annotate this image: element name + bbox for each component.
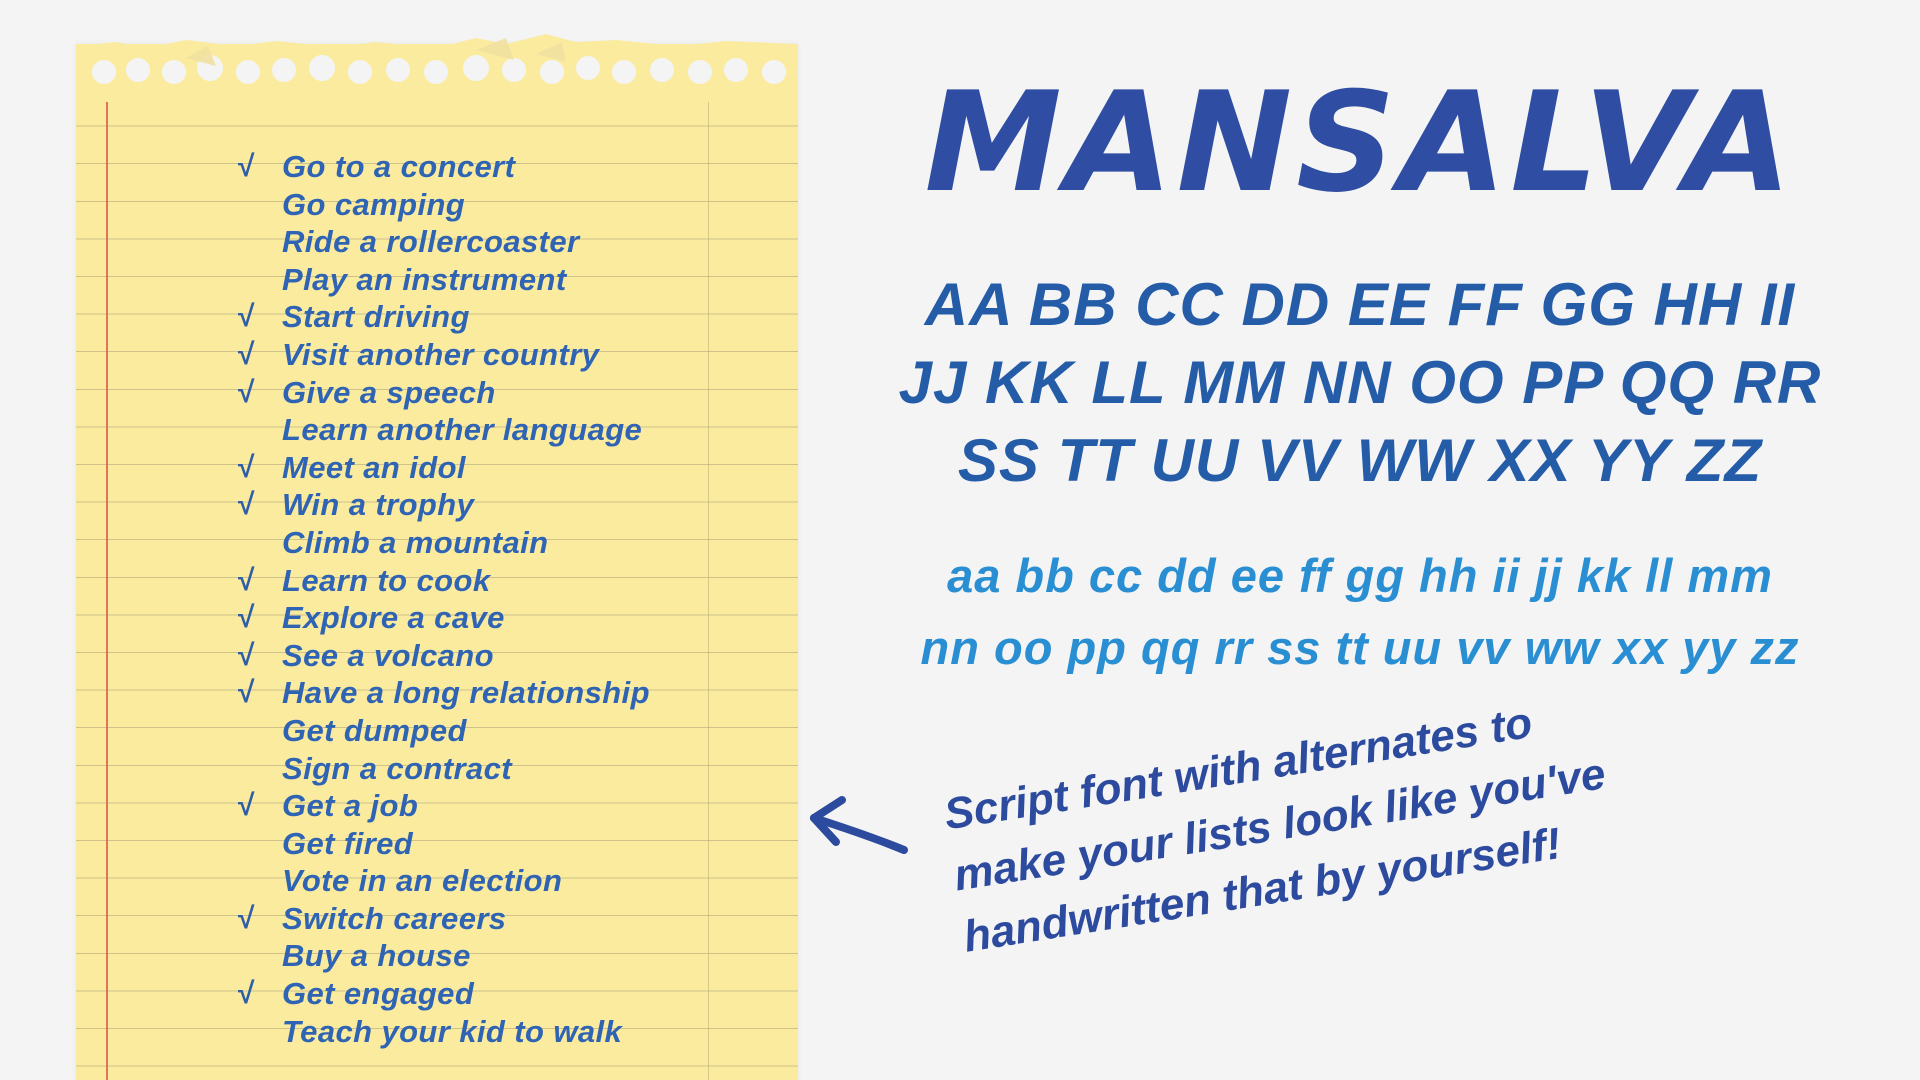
list-item-text: Climb a mountain	[282, 524, 549, 560]
notepad-margin-line	[106, 44, 108, 1080]
lowercase-row-2: nn oo pp qq rr ss tt uu vv ww xx yy zz	[920, 621, 1800, 674]
check-mark-icon: √	[238, 601, 255, 635]
check-mark-icon: √	[238, 150, 255, 183]
torn-paper-edge	[76, 34, 798, 102]
list-item-text: Get dumped	[282, 712, 467, 748]
font-title: MANSALVA	[924, 62, 1796, 223]
check-mark-icon: √	[238, 789, 255, 823]
pointer-arrow-icon	[810, 796, 908, 854]
list-item-text: Have a long relationship	[282, 675, 650, 711]
list-item-text: Start driving	[282, 299, 470, 335]
list-item-text: Ride a rollercoaster	[282, 224, 580, 260]
lowercase-row-1: aa bb cc dd ee ff gg hh ii jj kk ll mm	[947, 549, 1773, 602]
list-item-text: Go camping	[282, 186, 466, 222]
check-mark-icon: √	[238, 300, 255, 334]
check-mark-icon: √	[238, 676, 255, 710]
uppercase-row-2: JJ KK LL MM NN OO PP QQ RR	[898, 349, 1822, 416]
check-mark-icon: √	[238, 977, 255, 1011]
caption: Script font with alternates to make your…	[940, 666, 1720, 969]
list-item-text: Learn to cook	[282, 562, 491, 598]
check-mark-icon: √	[238, 901, 255, 935]
list-item-text: Get a job	[282, 788, 419, 824]
list-item-text: Get fired	[282, 825, 414, 861]
list-item-text: Sign a contract	[282, 750, 512, 786]
check-mark-icon: √	[238, 488, 255, 522]
uppercase-row-1: AA BB CC DD EE FF GG HH II	[924, 271, 1796, 338]
list-item-text: Switch careers	[282, 900, 507, 936]
list-item-text: Buy a house	[282, 938, 471, 974]
list-item-text: Go to a concert	[282, 149, 516, 184]
check-mark-icon: √	[238, 375, 255, 409]
check-mark-icon: √	[238, 563, 255, 597]
list-item-text: Play an instrument	[282, 261, 567, 297]
specimen-canvas: √ Go to a concert Go camping Ride a rollerc…	[0, 0, 1920, 1080]
list-item-text: See a volcano	[282, 637, 494, 673]
list-item-text: Explore a cave	[282, 600, 505, 636]
list-item-text: Visit another country	[282, 336, 600, 372]
check-mark-icon: √	[238, 638, 255, 672]
list-item-text: Vote in an election	[282, 863, 563, 899]
list-item-text: Meet an idol	[282, 449, 466, 485]
list-item-text: Give a speech	[282, 374, 496, 410]
list-item-text: Get engaged	[282, 976, 475, 1012]
notepad-right-margin	[708, 44, 709, 1080]
list-item-text: Win a trophy	[282, 487, 475, 523]
list-item-text: Learn another language	[282, 412, 643, 448]
list-item-text: Teach your kid to walk	[282, 1013, 623, 1049]
check-mark-icon: √	[238, 337, 255, 371]
check-mark-icon: √	[238, 450, 255, 484]
uppercase-row-3: SS TT UU VV WW XX YY ZZ	[957, 427, 1763, 494]
